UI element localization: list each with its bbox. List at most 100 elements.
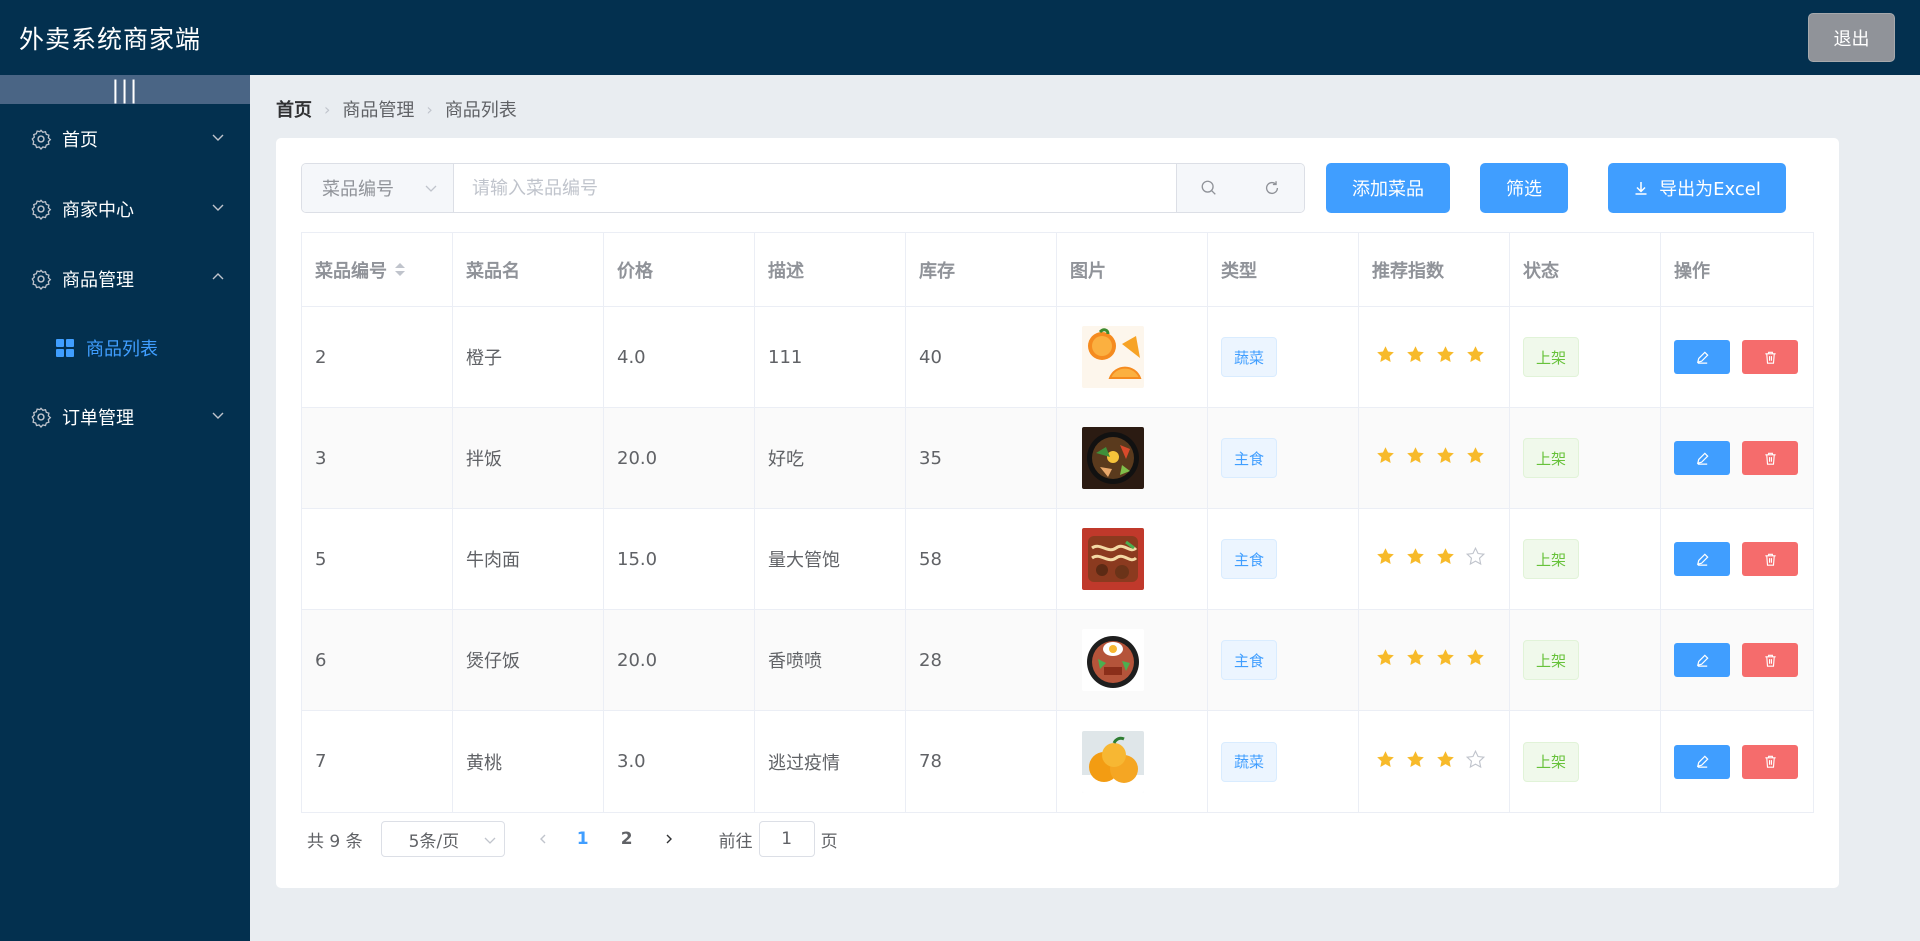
star-icon[interactable] (1435, 445, 1456, 471)
cell-name: 煲仔饭 (453, 610, 604, 710)
add-dish-button[interactable]: 添加菜品 (1326, 163, 1450, 213)
sidebar-item-merchant[interactable]: 商家中心 (0, 174, 250, 244)
rating-stars[interactable] (1375, 445, 1486, 471)
cell-desc: 好吃 (755, 408, 906, 508)
star-icon[interactable] (1465, 749, 1486, 775)
star-icon[interactable] (1435, 647, 1456, 673)
delete-icon (1764, 654, 1776, 667)
star-icon[interactable] (1405, 546, 1426, 572)
page-number[interactable]: 2 (615, 829, 639, 849)
sidebar-item-orders[interactable]: 订单管理 (0, 382, 250, 452)
star-icon[interactable] (1405, 749, 1426, 775)
chevron-down-icon (212, 134, 224, 141)
export-excel-button[interactable]: 导出为Excel (1608, 163, 1786, 213)
edit-button[interactable] (1674, 441, 1730, 475)
edit-icon (1696, 755, 1709, 768)
sidebar: ||| 首页 商家中心 商品管理 商品列表 订单管理 (0, 75, 250, 941)
cell-price: 15.0 (604, 509, 755, 609)
star-icon[interactable] (1465, 344, 1486, 370)
cell-image (1057, 307, 1208, 407)
product-image (1082, 528, 1144, 590)
rating-stars[interactable] (1375, 546, 1486, 572)
breadcrumb: 首页 › 商品管理 › 商品列表 (276, 96, 517, 122)
logout-button[interactable]: 退出 (1808, 13, 1895, 62)
sidebar-subitem-product-list[interactable]: 商品列表 (0, 314, 250, 382)
search-input[interactable] (454, 164, 1176, 212)
cell-rating (1359, 408, 1510, 508)
cell-id: 2 (302, 307, 453, 407)
cell-stock: 78 (906, 711, 1057, 812)
edit-button[interactable] (1674, 643, 1730, 677)
star-icon[interactable] (1375, 445, 1396, 471)
star-icon[interactable] (1375, 647, 1396, 673)
refresh-icon[interactable] (1260, 176, 1284, 200)
star-icon[interactable] (1405, 445, 1426, 471)
product-image (1082, 427, 1144, 489)
delete-button[interactable] (1742, 340, 1798, 374)
star-icon[interactable] (1435, 344, 1456, 370)
column-header-label: 菜品编号 (315, 260, 387, 282)
cell-id: 5 (302, 509, 453, 609)
goto-page-input[interactable] (758, 821, 815, 857)
prev-page-icon[interactable] (533, 829, 553, 849)
chevron-down-icon (484, 837, 496, 844)
sidebar-item-products[interactable]: 商品管理 (0, 244, 250, 314)
edit-button[interactable] (1674, 744, 1730, 779)
column-header-id[interactable]: 菜品编号 (302, 233, 453, 306)
delete-button[interactable] (1742, 643, 1798, 677)
search-icon[interactable] (1197, 176, 1221, 200)
star-icon[interactable] (1465, 647, 1486, 673)
cell-rating (1359, 711, 1510, 812)
sidebar-item-home[interactable]: 首页 (0, 104, 250, 174)
type-tag: 蔬菜 (1221, 741, 1278, 782)
delete-button[interactable] (1742, 744, 1798, 779)
pagination-total: 共 9 条 (307, 831, 363, 852)
sidebar-collapse-toggle[interactable]: ||| (0, 75, 250, 104)
cell-actions (1661, 307, 1813, 407)
star-icon[interactable] (1405, 344, 1426, 370)
edit-button[interactable] (1674, 340, 1730, 374)
next-page-icon[interactable] (659, 829, 679, 849)
table-row: 2 橙子 4.0 111 40 蔬菜 上架 (302, 307, 1813, 408)
star-icon[interactable] (1435, 749, 1456, 775)
chevron-down-icon (212, 204, 224, 211)
cell-rating (1359, 610, 1510, 710)
sidebar-item-label: 首页 (62, 130, 98, 151)
star-icon[interactable] (1435, 546, 1456, 572)
type-tag: 主食 (1221, 438, 1278, 478)
star-icon[interactable] (1465, 546, 1486, 572)
edit-button[interactable] (1674, 542, 1730, 576)
cell-rating (1359, 307, 1510, 407)
filter-button[interactable]: 筛选 (1480, 163, 1568, 213)
star-icon[interactable] (1465, 445, 1486, 471)
rating-stars[interactable] (1375, 647, 1486, 673)
page-size-select[interactable]: 5条/页 (380, 821, 505, 857)
cell-type: 主食 (1208, 610, 1359, 710)
star-icon[interactable] (1375, 546, 1396, 572)
cell-actions (1661, 711, 1813, 812)
cell-image (1057, 711, 1208, 812)
sort-icon[interactable] (395, 263, 405, 276)
breadcrumb-home[interactable]: 首页 (276, 96, 312, 122)
cell-id: 3 (302, 408, 453, 508)
cell-type: 主食 (1208, 408, 1359, 508)
delete-button[interactable] (1742, 441, 1798, 475)
edit-icon (1696, 552, 1709, 566)
page-size-value: 5条/页 (408, 831, 460, 852)
column-header-rating: 推荐指数 (1359, 233, 1510, 306)
sidebar-subitem-label: 商品列表 (86, 339, 158, 360)
cell-stock: 35 (906, 408, 1057, 508)
star-icon[interactable] (1375, 344, 1396, 370)
star-icon[interactable] (1405, 647, 1426, 673)
column-header-stock: 库存 (906, 233, 1057, 306)
delete-button[interactable] (1742, 542, 1798, 576)
star-icon[interactable] (1375, 749, 1396, 775)
delete-icon (1764, 553, 1776, 566)
page-number[interactable]: 1 (571, 829, 595, 849)
rating-stars[interactable] (1375, 749, 1486, 775)
search-field-select[interactable]: 菜品编号 (302, 164, 454, 212)
cell-image (1057, 610, 1208, 710)
rating-stars[interactable] (1375, 344, 1486, 370)
gear-icon (30, 268, 52, 290)
status-tag: 上架 (1523, 741, 1580, 782)
